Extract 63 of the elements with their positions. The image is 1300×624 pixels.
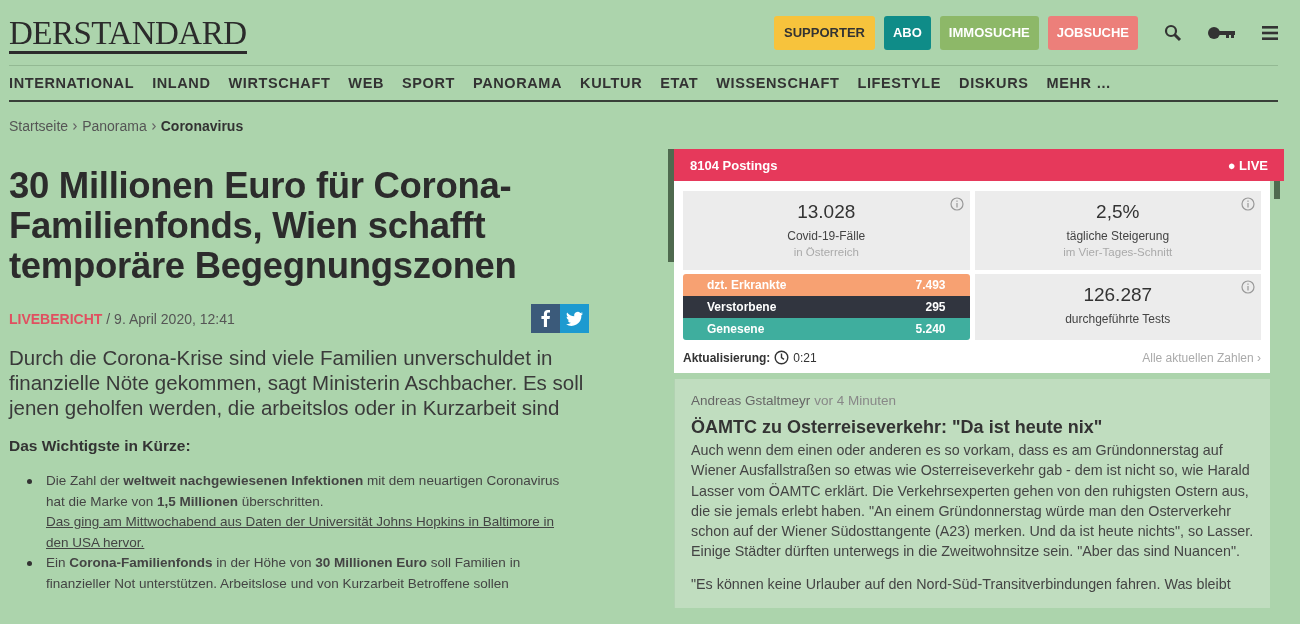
nav-link[interactable]: WISSENSCHAFT: [716, 75, 840, 91]
bullet-text: Die Zahl der weltweit nachgewiesenen Infektionen mit dem neuartigen Coronavirus hat die Marke von 1,5 Millionen überschritten.: [46, 473, 560, 509]
post-title: ÖAMTC zu Osterreiseverkehr: "Da ist heute nix": [691, 417, 1104, 438]
bullet-icon: [27, 479, 32, 484]
bar-value: 5.240: [915, 322, 946, 336]
twitter-icon[interactable]: [560, 304, 589, 333]
update-time: 0:21: [793, 350, 817, 365]
update-label: Aktualisierung:: [683, 350, 771, 365]
chevron-icon: [73, 122, 78, 130]
bullet-text: Ein Corona-Familienfonds in der Höhe von 30 Millionen Euro soll Familien in finanzieller Not unterstützen. Arbeitslose und von Kurzarbeit Betroffene sollen: [46, 555, 521, 591]
live-report-label: LIVEBERICHT: [9, 310, 103, 327]
nav-link[interactable]: WIRTSCHAFT: [228, 75, 331, 91]
nav-link[interactable]: PANORAMA: [472, 75, 563, 91]
breadcrumb-link[interactable]: Panorama: [82, 118, 147, 134]
facebook-icon[interactable]: [531, 304, 560, 333]
stat-value: 2,5%: [1096, 201, 1140, 223]
bar-label: Genesene: [707, 322, 765, 336]
header-button[interactable]: SUPPORTER: [774, 15, 875, 50]
bar-label: Verstorbene: [707, 300, 777, 314]
stat-value: 13.028: [797, 201, 856, 223]
stat-label: tägliche Steigerung: [1066, 229, 1170, 243]
bar-value: 295: [925, 300, 946, 314]
nav-link[interactable]: MEHR …: [1046, 75, 1112, 91]
nav-link[interactable]: KULTUR: [580, 75, 643, 91]
summary-heading: Das Wichtigste in Kürze:: [9, 437, 192, 455]
nav-link[interactable]: INTERNATIONAL: [9, 75, 135, 91]
breadcrumb-link[interactable]: Coronavirus: [160, 118, 244, 134]
nav-link[interactable]: INLAND: [152, 75, 211, 91]
bar-value: 7.493: [915, 278, 946, 292]
stat-value: 126.287: [1083, 284, 1153, 306]
nav-link[interactable]: DISKURS: [959, 75, 1029, 91]
stat-label: durchgeführte Tests: [1065, 312, 1171, 326]
nav-link[interactable]: ETAT: [660, 75, 699, 91]
chevron-icon: [151, 122, 156, 130]
bar-label: dzt. Erkrankte: [707, 278, 787, 292]
source-link[interactable]: Das ging am Mittwochabend aus Daten der Universität Johns Hopkins in Baltimore in den USA hervor.: [46, 512, 574, 553]
search-icon[interactable]: [1164, 23, 1182, 42]
menu-icon[interactable]: [1262, 25, 1278, 40]
publish-date: / 9. April 2020, 12:41: [106, 310, 235, 327]
nav-link[interactable]: SPORT: [402, 75, 455, 91]
stat-label: Covid-19-Fälle: [787, 229, 866, 243]
postings-count[interactable]: 8104 Postings: [690, 157, 778, 173]
info-icon[interactable]: [949, 197, 964, 211]
site-logo[interactable]: DERSTANDARD: [9, 17, 247, 54]
bullet-icon: [27, 561, 32, 566]
clock-icon: [774, 350, 790, 365]
stat-subtitle: im Vier-Tages-Schnitt: [1063, 246, 1173, 258]
info-icon[interactable]: [1241, 280, 1255, 294]
article-lead: Durch die Corona-Krise sind viele Familien unverschuldet in finanzielle Nöte gekommen, sagt Ministerin Aschbacher. Es soll jenen geholfen werden, die arbeitslos oder in Kurzarbeit sind: [9, 345, 585, 420]
post-body: "Es können keine Urlauber auf den Nord-Süd-Transitverbindungen fahren. Was bleibt: [691, 574, 1232, 594]
header-button[interactable]: ABO: [883, 15, 931, 50]
post-author[interactable]: Andreas Gstaltmeyr: [691, 393, 811, 408]
post-body: Auch wenn dem einen oder anderen es so vorkam, dass es am Gründonnerstag auf Wiener Ausfallstraßen so etwas wie Osterreiseverkehr gab - dem ist nicht so, wie Harald Lasser vom ÖAMTC erklärt. Die Verkehrsexperten gehen von den ruhigsten Ostern aus, die sie jemals erlebt haben. "An einem Gründonnerstag würde man den Osterverkehr schon auf der Wiener Südosttangente (A23) merken. Und da ist heute nichts", so Lasser. Einige Städter dürften unterwegs in die Zweitwohnsitze sein. "Aber das sind Nuancen".: [691, 441, 1254, 562]
breadcrumb-link[interactable]: Startseite: [9, 118, 69, 134]
nav-link[interactable]: LIFESTYLE: [857, 75, 942, 91]
stat-subtitle: in Österreich: [793, 246, 859, 258]
key-icon[interactable]: [1208, 25, 1236, 40]
scrollbar-thumb[interactable]: [1274, 181, 1280, 199]
article-title: 30 Millionen Euro für Corona-Familienfonds, Wien schafft temporäre Begegnungszonen: [9, 166, 518, 286]
nav-link[interactable]: WEB: [348, 75, 384, 91]
info-icon[interactable]: [1241, 197, 1255, 211]
post-time: vor 4 Minuten: [814, 393, 897, 408]
live-label: ● LIVE: [1227, 157, 1268, 173]
